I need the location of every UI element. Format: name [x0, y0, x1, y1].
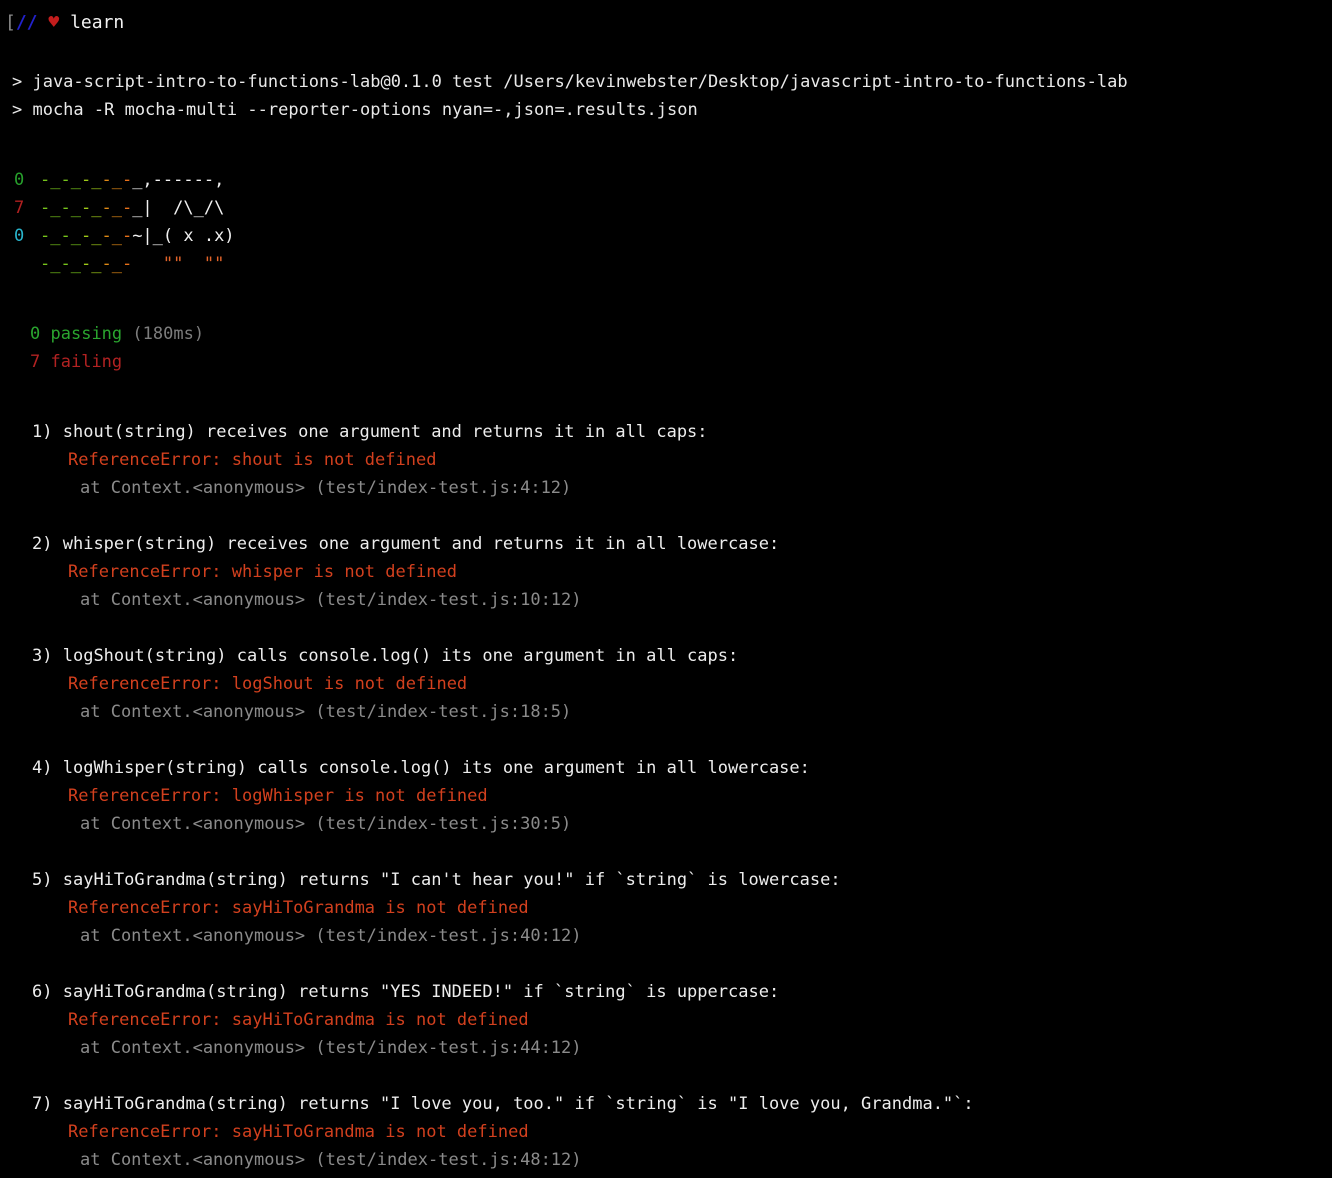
- nyan-row-2: 7 -_-_-_-_-_| /\_/\: [0, 194, 1332, 222]
- failure-title: 6) sayHiToGrandma(string) returns "YES I…: [26, 978, 1332, 1006]
- summary-failing-label: failing: [50, 352, 123, 372]
- failure-title-text: shout(string) receives one argument and …: [62, 422, 708, 442]
- failure-title-text: whisper(string) receives one argument an…: [62, 534, 780, 554]
- failure-title: 4) logWhisper(string) calls console.log(…: [26, 754, 1332, 782]
- logo-slashes-icon: //: [15, 12, 38, 33]
- summary-passing-count: 0: [30, 324, 41, 344]
- failure-title-text: sayHiToGrandma(string) returns "I can't …: [62, 870, 841, 890]
- failure-index: 1): [32, 422, 53, 442]
- summary-failing: 7 failing: [0, 348, 1332, 376]
- learn-cli-logo: [// ♥ learn: [0, 6, 1332, 40]
- nyan-row-1: 0 -_-_-_-_-_,------,: [0, 166, 1332, 194]
- nyan-failing-count: 7: [14, 198, 25, 218]
- failure-error: ReferenceError: whisper is not defined: [68, 562, 457, 582]
- nyan-passing-count: 0: [14, 170, 25, 190]
- nyan-pending-count: 0: [14, 226, 25, 246]
- summary-passing-label: passing: [50, 324, 123, 344]
- failure-index: 5): [32, 870, 53, 890]
- failure-title-text: sayHiToGrandma(string) returns "YES INDE…: [62, 982, 780, 1002]
- nyan-cat-reporter: 0 -_-_-_-_-_,------, 7 -_-_-_-_-_| /\_/\ 0…: [0, 166, 1332, 278]
- terminal-window: [// ♥ learn > java-script-intro-to-funct…: [0, 0, 1332, 1178]
- failure-error: ReferenceError: sayHiToGrandma is not de…: [68, 1122, 529, 1142]
- summary-failing-count: 7: [30, 352, 41, 372]
- failure-stack: at Context.<anonymous> (test/index-test.…: [80, 926, 582, 946]
- failure-item: 1) shout(string) receives one argument a…: [26, 418, 1332, 530]
- failure-item: 4) logWhisper(string) calls console.log(…: [26, 754, 1332, 866]
- failure-index: 2): [32, 534, 53, 554]
- logo-brand-label: learn: [70, 12, 125, 33]
- failure-title: 1) shout(string) receives one argument a…: [26, 418, 1332, 446]
- failure-list: 1) shout(string) receives one argument a…: [0, 418, 1332, 1174]
- failure-index: 6): [32, 982, 53, 1002]
- failure-error: ReferenceError: sayHiToGrandma is not de…: [68, 898, 529, 918]
- failure-title-text: sayHiToGrandma(string) returns "I love y…: [62, 1094, 974, 1114]
- failure-stack: at Context.<anonymous> (test/index-test.…: [80, 814, 572, 834]
- summary-passing: 0 passing (180ms): [0, 320, 1332, 348]
- failure-item: 6) sayHiToGrandma(string) returns "YES I…: [26, 978, 1332, 1090]
- failure-index: 4): [32, 758, 53, 778]
- heart-icon: ♥: [48, 12, 60, 33]
- failure-error: ReferenceError: shout is not defined: [68, 450, 437, 470]
- failure-item: 5) sayHiToGrandma(string) returns "I can…: [26, 866, 1332, 978]
- failure-item: 3) logShout(string) calls console.log() …: [26, 642, 1332, 754]
- failure-item: 2) whisper(string) receives one argument…: [26, 530, 1332, 642]
- failure-title: 7) sayHiToGrandma(string) returns "I lov…: [26, 1090, 1332, 1118]
- nyan-row-4: -_-_-_-_- "" "": [40, 254, 225, 274]
- failure-item: 7) sayHiToGrandma(string) returns "I lov…: [26, 1090, 1332, 1174]
- failure-index: 3): [32, 646, 53, 666]
- failure-title: 5) sayHiToGrandma(string) returns "I can…: [26, 866, 1332, 894]
- failure-stack: at Context.<anonymous> (test/index-test.…: [80, 1150, 582, 1170]
- failure-error: ReferenceError: logWhisper is not define…: [68, 786, 488, 806]
- logo-bracket: [: [5, 12, 16, 33]
- failure-error: ReferenceError: logShout is not defined: [68, 674, 468, 694]
- failure-stack: at Context.<anonymous> (test/index-test.…: [80, 1038, 582, 1058]
- npm-script-line-package: > java-script-intro-to-functions-lab@0.1…: [12, 72, 1128, 92]
- npm-script-line-command: > mocha -R mocha-multi --reporter-option…: [12, 100, 698, 120]
- nyan-row-3: 0 -_-_-_-_-~|_( x .x): [0, 222, 1332, 250]
- failure-stack: at Context.<anonymous> (test/index-test.…: [80, 590, 582, 610]
- failure-title: 2) whisper(string) receives one argument…: [26, 530, 1332, 558]
- failure-title: 3) logShout(string) calls console.log() …: [26, 642, 1332, 670]
- failure-error: ReferenceError: sayHiToGrandma is not de…: [68, 1010, 529, 1030]
- failure-index: 7): [32, 1094, 53, 1114]
- failure-title-text: logWhisper(string) calls console.log() i…: [62, 758, 810, 778]
- failure-title-text: logShout(string) calls console.log() its…: [62, 646, 739, 666]
- failure-stack: at Context.<anonymous> (test/index-test.…: [80, 478, 572, 498]
- failure-stack: at Context.<anonymous> (test/index-test.…: [80, 702, 572, 722]
- summary-duration: (180ms): [132, 324, 205, 344]
